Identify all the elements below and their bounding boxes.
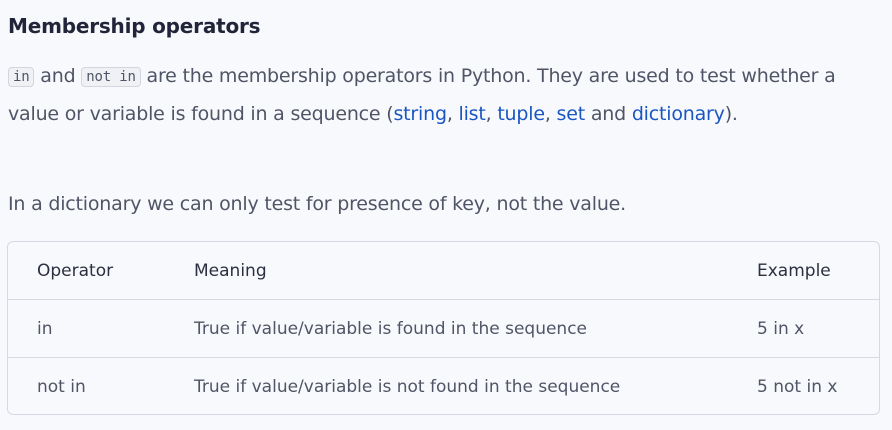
separator: , [485, 103, 498, 125]
header-example: Example [757, 261, 831, 281]
header-meaning: Meaning [194, 261, 267, 281]
dictionary-note: In a dictionary we can only test for pre… [8, 193, 627, 215]
section-heading: Membership operators [8, 14, 261, 38]
operators-table: Operator Meaning Example in True if valu… [7, 241, 880, 415]
intro-text-and: and [34, 65, 82, 87]
link-tuple[interactable]: tuple [497, 103, 545, 125]
separator: , [446, 103, 459, 125]
page: Membership operators in and not in are t… [0, 0, 892, 430]
intro-text-end: ). [724, 103, 738, 125]
intro-text-and-2: and [584, 103, 632, 125]
code-not-in: not in [81, 67, 141, 87]
link-string[interactable]: string [393, 103, 447, 125]
header-operator: Operator [37, 261, 114, 281]
link-dictionary[interactable]: dictionary [632, 103, 725, 125]
table-row: not in True if value/variable is not fou… [8, 358, 879, 414]
table-row: in True if value/variable is found in th… [8, 300, 879, 358]
cell-example: 5 not in x [757, 377, 838, 397]
cell-example: 5 in x [757, 319, 805, 339]
separator: , [544, 103, 557, 125]
table-header-row: Operator Meaning Example [8, 242, 879, 300]
cell-meaning: True if value/variable is found in the s… [194, 319, 588, 339]
code-in: in [8, 67, 35, 87]
cell-meaning: True if value/variable is not found in t… [194, 377, 621, 397]
link-set[interactable]: set [557, 103, 586, 125]
link-list[interactable]: list [459, 103, 486, 125]
intro-paragraph: in and not in are the membership operato… [8, 58, 868, 132]
cell-operator: in [37, 319, 53, 339]
cell-operator: not in [37, 377, 86, 397]
